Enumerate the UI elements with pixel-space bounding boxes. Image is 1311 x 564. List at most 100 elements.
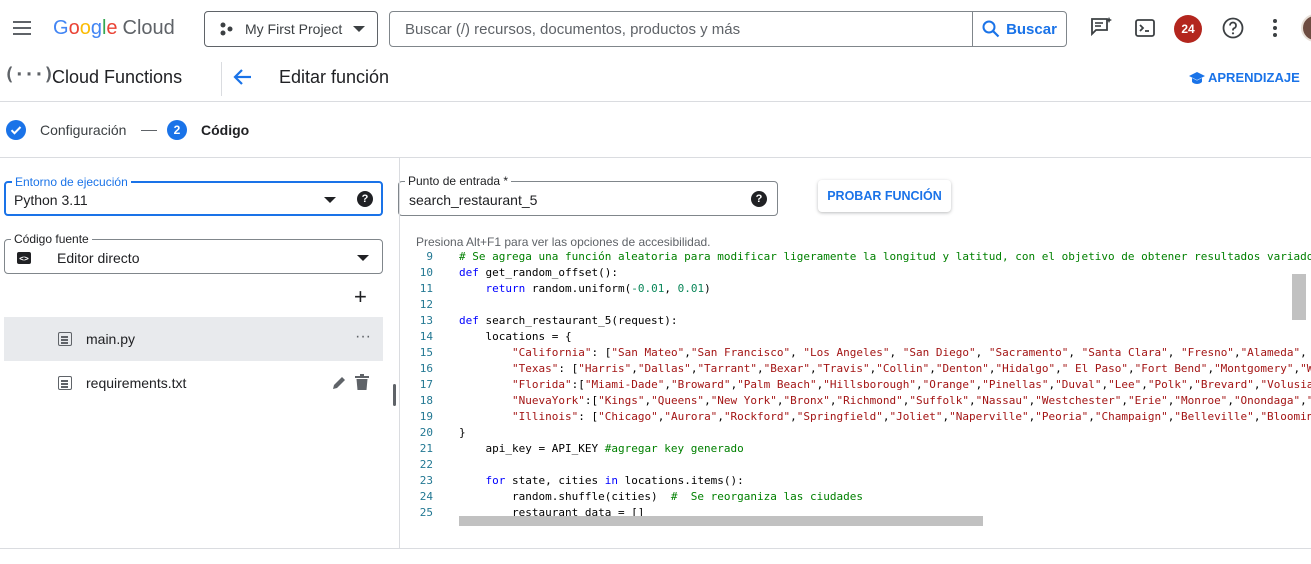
notifications-badge[interactable]: 24 xyxy=(1174,15,1202,43)
line-number: 22 xyxy=(419,458,433,471)
line-number: 10 xyxy=(419,266,433,279)
line-number: 9 xyxy=(426,250,433,263)
help-icon[interactable] xyxy=(1221,16,1245,40)
line-number: 25 xyxy=(419,506,433,519)
step-connector xyxy=(141,130,157,131)
list-item[interactable]: main.py ··· xyxy=(4,317,383,361)
search-icon xyxy=(982,20,1000,38)
help-icon[interactable]: ? xyxy=(357,191,373,207)
code-line[interactable]: 17 "Florida":["Miami-Dade","Broward","Pa… xyxy=(400,378,1311,394)
code-line[interactable]: 21 api_key = API_KEY #agregar key genera… xyxy=(400,442,1311,458)
step-number-badge: 2 xyxy=(167,120,187,140)
code-text: # Se agrega una función aleatoria para m… xyxy=(459,250,1311,263)
code-line[interactable]: 23 for state, cities in locations.items(… xyxy=(400,474,1311,490)
file-name: requirements.txt xyxy=(86,375,187,391)
line-number: 16 xyxy=(419,362,433,375)
step-codigo[interactable]: Código xyxy=(201,122,249,138)
code-line[interactable]: 10 def get_random_offset(): xyxy=(400,266,1311,282)
chevron-down-icon xyxy=(353,26,365,32)
code-line[interactable]: 11 return random.uniform(-0.01, 0.01) xyxy=(400,282,1311,298)
menu-icon[interactable] xyxy=(12,18,32,38)
code-line[interactable]: 19 "Illinois": ["Chicago","Aurora","Rock… xyxy=(400,410,1311,426)
check-circle-icon xyxy=(6,120,26,140)
edit-icon[interactable] xyxy=(331,375,347,391)
runtime-value: Python 3.11 xyxy=(14,192,88,208)
code-text: api_key = API_KEY #agregar key generado xyxy=(459,442,744,455)
project-icon xyxy=(220,22,233,36)
divider xyxy=(221,62,222,96)
code-editor[interactable]: 9 # Se agrega una función aleatoria para … xyxy=(400,250,1311,526)
panel-scrollbar[interactable] xyxy=(393,384,396,406)
code-line[interactable]: 12 xyxy=(400,298,1311,314)
line-number: 24 xyxy=(419,490,433,503)
search-button[interactable]: Buscar xyxy=(972,12,1066,46)
runtime-select[interactable]: Entorno de ejecución Python 3.11 ? xyxy=(4,175,383,216)
learn-button[interactable]: APRENDIZAJE xyxy=(1188,70,1300,85)
code-text: for state, cities in locations.items(): xyxy=(485,474,744,487)
entry-point-label: Punto de entrada * xyxy=(405,174,512,188)
editor-vertical-scrollbar[interactable] xyxy=(1292,274,1306,320)
code-line[interactable]: 20} xyxy=(400,426,1311,442)
code-line[interactable]: 13 def search_restaurant_5(request): xyxy=(400,314,1311,330)
file-name: main.py xyxy=(86,331,136,347)
page-title: Editar función xyxy=(279,67,390,87)
cloud-functions-icon: (···) xyxy=(4,64,54,85)
line-number: 18 xyxy=(419,394,433,407)
code-line[interactable]: 22 xyxy=(400,458,1311,474)
entry-point-field[interactable]: Punto de entrada * search_restaurant_5 ? xyxy=(398,174,778,216)
cloud-shell-icon[interactable] xyxy=(1133,16,1157,40)
code-text: "Florida":["Miami-Dade","Broward","Palm … xyxy=(511,378,1311,391)
code-text: "NuevaYork":["Kings","Queens","New York"… xyxy=(511,394,1311,407)
code-line[interactable]: 9 # Se agrega una función aleatoria para … xyxy=(400,250,1311,266)
school-icon xyxy=(1189,71,1205,84)
code-line[interactable]: 15 "California": ["San Mateo","San Franc… xyxy=(400,346,1311,362)
stepper: Configuración 2 Código xyxy=(0,102,1311,158)
code-line[interactable]: 14 locations = { xyxy=(400,330,1311,346)
top-bar: GoogleCloud My First Project Buscar 24 xyxy=(0,0,1311,56)
step-configuracion[interactable]: Configuración xyxy=(40,122,126,138)
search-input[interactable] xyxy=(390,12,972,46)
line-number: 14 xyxy=(419,330,433,343)
more-vert-icon[interactable] xyxy=(1263,16,1287,40)
chevron-down-icon xyxy=(357,255,369,261)
code-text: random.shuffle(cities) # Se reorganiza l… xyxy=(459,490,863,503)
avatar[interactable] xyxy=(1301,14,1311,42)
delete-icon[interactable] xyxy=(355,374,369,391)
code-text: locations = { xyxy=(459,330,572,343)
code-text: "California": ["San Mateo","San Francisc… xyxy=(511,346,1307,359)
code-text: } xyxy=(459,426,466,439)
help-icon[interactable]: ? xyxy=(751,191,767,207)
gemini-icon[interactable] xyxy=(1089,16,1113,40)
product-bar: (···) Cloud Functions Editar función APR… xyxy=(0,56,1311,102)
source-code-select[interactable]: Código fuente <> Editor directo xyxy=(4,232,383,274)
code-text: "Illinois": ["Chicago","Aurora","Rockfor… xyxy=(511,410,1311,423)
search-bar: Buscar xyxy=(389,11,1067,47)
code-text: def search_restaurant_5(request): xyxy=(459,314,678,327)
arrow-back-icon[interactable] xyxy=(232,66,254,88)
code-text: "Texas": ["Harris","Dallas","Tarrant","B… xyxy=(511,362,1311,375)
project-name: My First Project xyxy=(245,21,343,37)
line-number: 13 xyxy=(419,314,433,327)
line-number: 17 xyxy=(419,378,433,391)
line-number: 23 xyxy=(419,474,433,487)
runtime-label: Entorno de ejecución xyxy=(12,175,131,189)
line-number: 21 xyxy=(419,442,433,455)
list-item[interactable]: requirements.txt xyxy=(4,361,383,405)
editor-horizontal-scrollbar[interactable] xyxy=(459,516,983,526)
code-line[interactable]: 24 random.shuffle(cities) # Se reorganiz… xyxy=(400,490,1311,506)
test-function-button[interactable]: PROBAR FUNCIÓN xyxy=(818,180,951,212)
more-horiz-icon[interactable]: ··· xyxy=(355,328,371,346)
add-icon[interactable]: + xyxy=(354,286,367,308)
project-selector[interactable]: My First Project xyxy=(204,11,378,47)
code-line[interactable]: 18 "NuevaYork":["Kings","Queens","New Yo… xyxy=(400,394,1311,410)
file-icon xyxy=(58,332,72,346)
code-text: def get_random_offset(): xyxy=(459,266,618,279)
code-line[interactable]: 16 "Texas": ["Harris","Dallas","Tarrant"… xyxy=(400,362,1311,378)
entry-point-value: search_restaurant_5 xyxy=(409,192,538,208)
divider xyxy=(0,548,1311,549)
code-text: return random.uniform(-0.01, 0.01) xyxy=(485,282,711,295)
google-cloud-logo[interactable]: Google Cloud xyxy=(53,17,175,40)
source-code-label: Código fuente xyxy=(11,232,92,246)
line-number: 15 xyxy=(419,346,433,359)
file-icon xyxy=(58,376,72,390)
